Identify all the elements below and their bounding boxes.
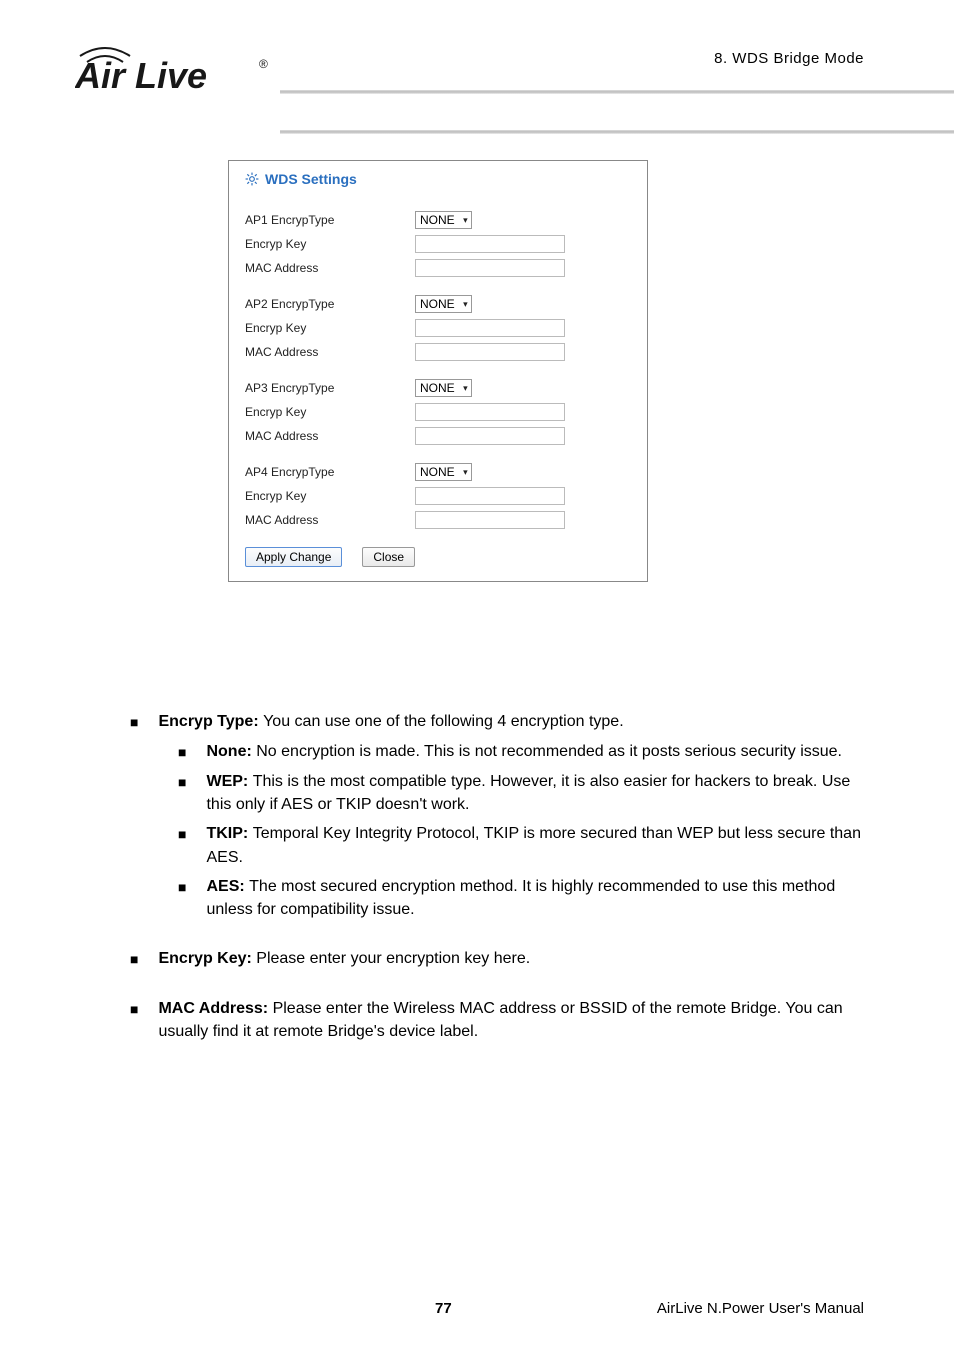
ap2-encrypkey-input[interactable] <box>415 319 565 337</box>
ap4-mac-label: MAC Address <box>245 513 415 527</box>
ap4-encrypkey-input[interactable] <box>415 487 565 505</box>
ap3-encryptype-select[interactable]: NONE <box>415 379 472 397</box>
ap1-encryptype-select[interactable]: NONE <box>415 211 472 229</box>
ap2-encryptype-select[interactable]: NONE <box>415 295 472 313</box>
bullet-icon: ■ <box>130 947 138 971</box>
ap3-encryptype-label: AP3 EncrypType <box>245 381 415 395</box>
gear-icon <box>245 172 259 186</box>
bullet-icon: ■ <box>130 710 138 734</box>
ap3-block: AP3 EncrypType NONE Encryp Key MAC Addre… <box>245 379 631 445</box>
ap1-encryptype-label: AP1 EncrypType <box>245 213 415 227</box>
ap4-mac-input[interactable] <box>415 511 565 529</box>
manual-title: AirLive N.Power User's Manual <box>657 1300 864 1317</box>
chapter-title: 8. WDS Bridge Mode <box>714 50 864 67</box>
header-rule-1 <box>280 90 954 94</box>
tkip-text: Temporal Key Integrity Protocol, TKIP is… <box>206 825 861 865</box>
apply-change-button[interactable]: Apply Change <box>245 547 342 567</box>
ap3-encrypkey-input[interactable] <box>415 403 565 421</box>
bullet-none: ■ None: No encryption is made. This is n… <box>178 740 864 764</box>
wep-head: WEP: <box>206 773 252 790</box>
bullet-icon: ■ <box>130 997 138 1043</box>
svg-text:®: ® <box>259 57 268 71</box>
encryp-key-text: Please enter your encryption key here. <box>256 950 530 967</box>
header-rule-2 <box>280 130 954 134</box>
aes-head: AES: <box>206 878 249 895</box>
bullet-wep: ■ WEP: This is the most compatible type.… <box>178 770 864 816</box>
close-button[interactable]: Close <box>362 547 415 567</box>
ap4-encryptype-select[interactable]: NONE <box>415 463 472 481</box>
ap4-encrypkey-label: Encryp Key <box>245 489 415 503</box>
ap2-mac-input[interactable] <box>415 343 565 361</box>
svg-text:Air Live: Air Live <box>75 55 207 96</box>
bullet-aes: ■ AES: The most secured encryption metho… <box>178 875 864 921</box>
wep-text: This is the most compatible type. Howeve… <box>206 773 850 813</box>
bullet-tkip: ■ TKIP: Temporal Key Integrity Protocol,… <box>178 822 864 868</box>
ap2-encrypkey-label: Encryp Key <box>245 321 415 335</box>
encryp-key-head: Encryp Key: <box>158 950 256 967</box>
ap2-mac-label: MAC Address <box>245 345 415 359</box>
ap4-encryptype-label: AP4 EncrypType <box>245 465 415 479</box>
ap2-encryptype-label: AP2 EncrypType <box>245 297 415 311</box>
aes-text: The most secured encryption method. It i… <box>206 878 835 918</box>
mac-head: MAC Address: <box>158 1000 272 1017</box>
panel-title: WDS Settings <box>245 171 631 187</box>
ap3-mac-input[interactable] <box>415 427 565 445</box>
ap3-mac-label: MAC Address <box>245 429 415 443</box>
page-header: Air Live ® 8. WDS Bridge Mode <box>0 0 954 140</box>
bullet-icon: ■ <box>178 740 186 764</box>
ap2-block: AP2 EncrypType NONE Encryp Key MAC Addre… <box>245 295 631 361</box>
bullet-encryp-key: ■ Encryp Key: Please enter your encrypti… <box>130 947 864 971</box>
ap1-encrypkey-input[interactable] <box>415 235 565 253</box>
panel-title-text: WDS Settings <box>265 171 357 187</box>
ap3-encrypkey-label: Encryp Key <box>245 405 415 419</box>
ap1-block: AP1 EncrypType NONE Encryp Key MAC Addre… <box>245 211 631 277</box>
none-head: None: <box>206 743 256 760</box>
bullet-icon: ■ <box>178 770 186 816</box>
none-text: No encryption is made. This is not recom… <box>256 743 842 760</box>
bullet-icon: ■ <box>178 875 186 921</box>
bullet-mac-address: ■ MAC Address: Please enter the Wireless… <box>130 997 864 1043</box>
wds-settings-panel: WDS Settings AP1 EncrypType NONE Encryp … <box>228 160 648 582</box>
tkip-head: TKIP: <box>206 825 252 842</box>
ap4-block: AP4 EncrypType NONE Encryp Key MAC Addre… <box>245 463 631 529</box>
body-text: ■ Encryp Type: You can use one of the fo… <box>130 710 864 1050</box>
ap1-mac-label: MAC Address <box>245 261 415 275</box>
airlive-logo: Air Live ® <box>75 38 270 101</box>
encryp-type-head: Encryp Type: <box>158 713 263 730</box>
ap1-encrypkey-label: Encryp Key <box>245 237 415 251</box>
ap1-mac-input[interactable] <box>415 259 565 277</box>
bullet-icon: ■ <box>178 822 186 868</box>
page-number: 77 <box>435 1300 452 1317</box>
bullet-encryp-type: ■ Encryp Type: You can use one of the fo… <box>130 710 864 734</box>
encryp-type-text: You can use one of the following 4 encry… <box>263 713 624 730</box>
